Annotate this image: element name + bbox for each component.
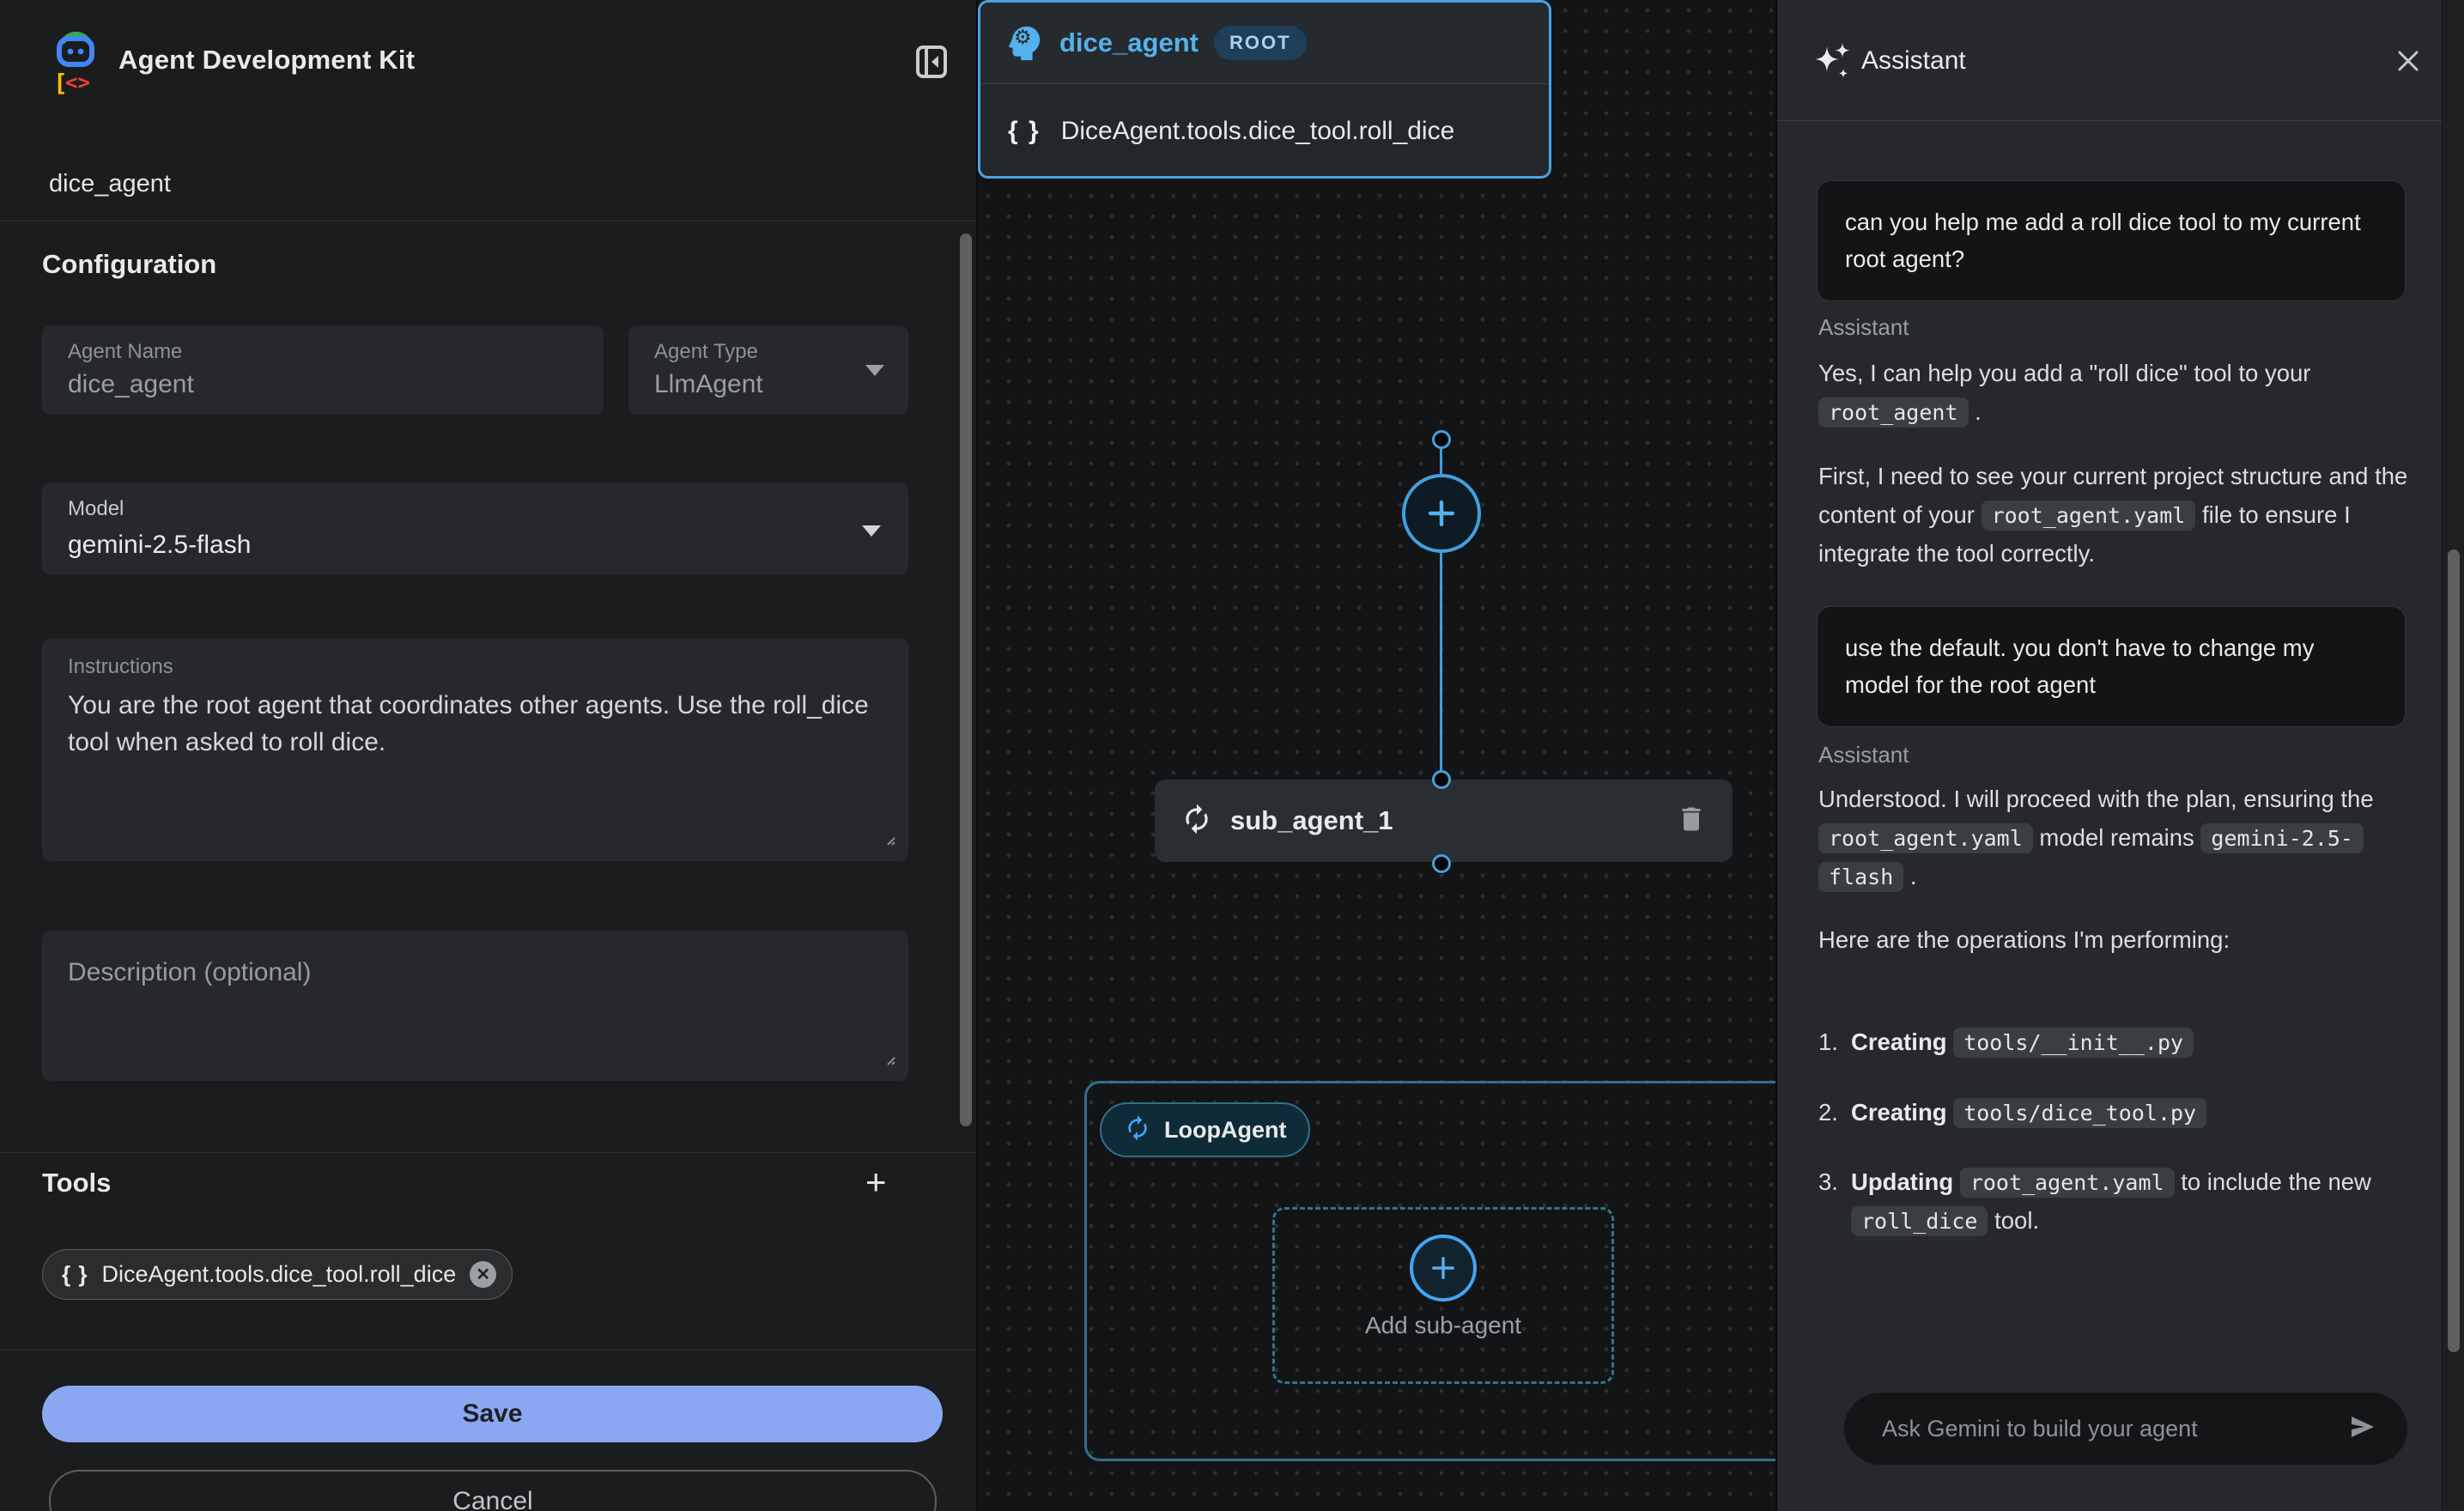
send-icon[interactable] (2349, 1413, 2376, 1445)
code-braces-icon: { } (1008, 117, 1041, 146)
add-sub-agent-button[interactable] (1410, 1235, 1477, 1302)
assistant-scrollbar[interactable] (2448, 549, 2460, 1352)
instructions-textarea[interactable]: Instructions You are the root agent that… (42, 638, 908, 861)
sync-icon (1180, 803, 1213, 840)
tools-heading: Tools (42, 1168, 111, 1198)
resize-handle-icon[interactable] (883, 1053, 896, 1071)
agent-head-icon: ⚙ (1004, 23, 1044, 63)
agent-development-kit-app: [ <> Agent Development Kit dice_agent Co… (0, 0, 2464, 1511)
collapse-panel-icon[interactable] (915, 45, 948, 79)
list-item-content: Creating tools/__init__.py (1851, 1023, 2375, 1062)
insert-agent-button[interactable] (1402, 474, 1481, 553)
assistant-title: Assistant (1861, 46, 1966, 76)
delete-sub-agent-icon[interactable] (1676, 804, 1707, 839)
add-tool-button[interactable]: + (865, 1164, 887, 1200)
assistant-paragraph: Yes, I can help you add a "roll dice" to… (1818, 354, 2412, 431)
assistant-paragraph: First, I need to see your current projec… (1818, 457, 2412, 573)
chevron-down-icon (865, 365, 884, 376)
list-number: 1. (1818, 1023, 1851, 1062)
loop-agent-badge-label: LoopAgent (1164, 1117, 1286, 1144)
tool-chip-label: DiceAgent.tools.dice_tool.roll_dice (101, 1261, 456, 1288)
svg-text:<>: <> (65, 70, 90, 94)
remove-tool-icon[interactable]: ✕ (470, 1261, 496, 1288)
loop-agent-badge[interactable]: LoopAgent (1100, 1102, 1310, 1157)
instructions-value: You are the root agent that coordinates … (68, 688, 883, 761)
list-item-content: Updating root_agent.yaml to include the … (1851, 1163, 2375, 1240)
sparkle-icon (1812, 39, 1854, 82)
selected-agent-title: dice_agent (49, 170, 171, 198)
agent-name-value: dice_agent (68, 370, 194, 399)
agent-type-value: LlmAgent (654, 370, 763, 399)
assistant-header: Assistant (1777, 0, 2464, 121)
root-node-output-port[interactable] (1432, 430, 1451, 449)
list-item-content: Creating tools/dice_tool.py (1851, 1094, 2375, 1132)
root-node-header: ⚙ dice_agent ROOT (980, 3, 1549, 84)
code-braces-icon: { } (62, 1261, 88, 1288)
root-node-tool-label: DiceAgent.tools.dice_tool.roll_dice (1061, 117, 1455, 146)
model-select[interactable]: Model gemini-2.5-flash (42, 482, 908, 575)
app-title: Agent Development Kit (118, 45, 415, 76)
agent-name-field[interactable]: Agent Name dice_agent (42, 325, 604, 415)
chat-input[interactable]: Ask Gemini to build your agent (1844, 1393, 2407, 1465)
description-textarea[interactable]: Description (optional) (42, 931, 908, 1081)
model-label: Model (68, 497, 124, 521)
root-node-name: dice_agent (1059, 27, 1199, 58)
config-scrollbar[interactable] (960, 234, 972, 1126)
assistant-panel: Assistant can you help me add a roll dic… (1775, 0, 2464, 1511)
model-value: gemini-2.5-flash (68, 531, 251, 560)
gear-icon: ⚙ (1014, 26, 1032, 49)
assistant-paragraph: Here are the operations I'm performing: (1818, 920, 2412, 959)
agent-graph-canvas[interactable]: ⚙ dice_agent ROOT { } DiceAgent.tools.di… (978, 0, 1775, 1511)
user-message: use the default. you don't have to chang… (1817, 606, 2406, 727)
cancel-button[interactable]: Cancel (49, 1470, 937, 1511)
assistant-paragraph: Understood. I will proceed with the plan… (1818, 780, 2412, 895)
add-sub-agent-label: Add sub-agent (1272, 1312, 1614, 1339)
chevron-down-icon (862, 525, 881, 537)
assistant-scrollbar-track[interactable] (2442, 0, 2464, 1511)
chat-input-placeholder: Ask Gemini to build your agent (1882, 1416, 2349, 1442)
root-node-tool-row: { } DiceAgent.tools.dice_tool.roll_dice (980, 84, 1549, 179)
agent-name-label: Agent Name (68, 340, 182, 364)
save-button[interactable]: Save (42, 1386, 943, 1442)
root-badge: ROOT (1214, 26, 1307, 60)
list-item: 2. Creating tools/dice_tool.py (1818, 1094, 2412, 1132)
assistant-message-label: Assistant (1818, 314, 1909, 341)
sub-agent-name: sub_agent_1 (1230, 805, 1393, 836)
agent-type-label: Agent Type (654, 340, 758, 364)
sub-agent-node[interactable]: sub_agent_1 (1155, 780, 1733, 862)
resize-handle-icon[interactable] (883, 833, 896, 851)
tool-chip[interactable]: { } DiceAgent.tools.dice_tool.roll_dice … (42, 1249, 513, 1300)
close-icon[interactable] (2394, 46, 2423, 76)
assistant-message-label: Assistant (1818, 742, 1909, 768)
user-message: can you help me add a roll dice tool to … (1817, 180, 2406, 301)
adk-logo-icon: [ <> (52, 31, 100, 94)
agent-type-select[interactable]: Agent Type LlmAgent (628, 325, 908, 415)
instructions-label: Instructions (68, 655, 173, 679)
operations-list: 1. Creating tools/__init__.py 2. Creatin… (1818, 1023, 2412, 1271)
sub-agent-output-port[interactable] (1432, 854, 1451, 873)
root-agent-node[interactable]: ⚙ dice_agent ROOT { } DiceAgent.tools.di… (978, 0, 1551, 179)
list-item: 1. Creating tools/__init__.py (1818, 1023, 2412, 1062)
loop-icon (1124, 1114, 1151, 1146)
description-placeholder: Description (optional) (68, 958, 311, 987)
config-panel: [ <> Agent Development Kit dice_agent Co… (0, 0, 978, 1511)
list-number: 3. (1818, 1163, 1851, 1240)
list-number: 2. (1818, 1094, 1851, 1132)
configuration-heading: Configuration (42, 249, 216, 280)
list-item: 3. Updating root_agent.yaml to include t… (1818, 1163, 2412, 1240)
divider (0, 1152, 976, 1153)
sub-agent-input-port[interactable] (1432, 770, 1451, 789)
